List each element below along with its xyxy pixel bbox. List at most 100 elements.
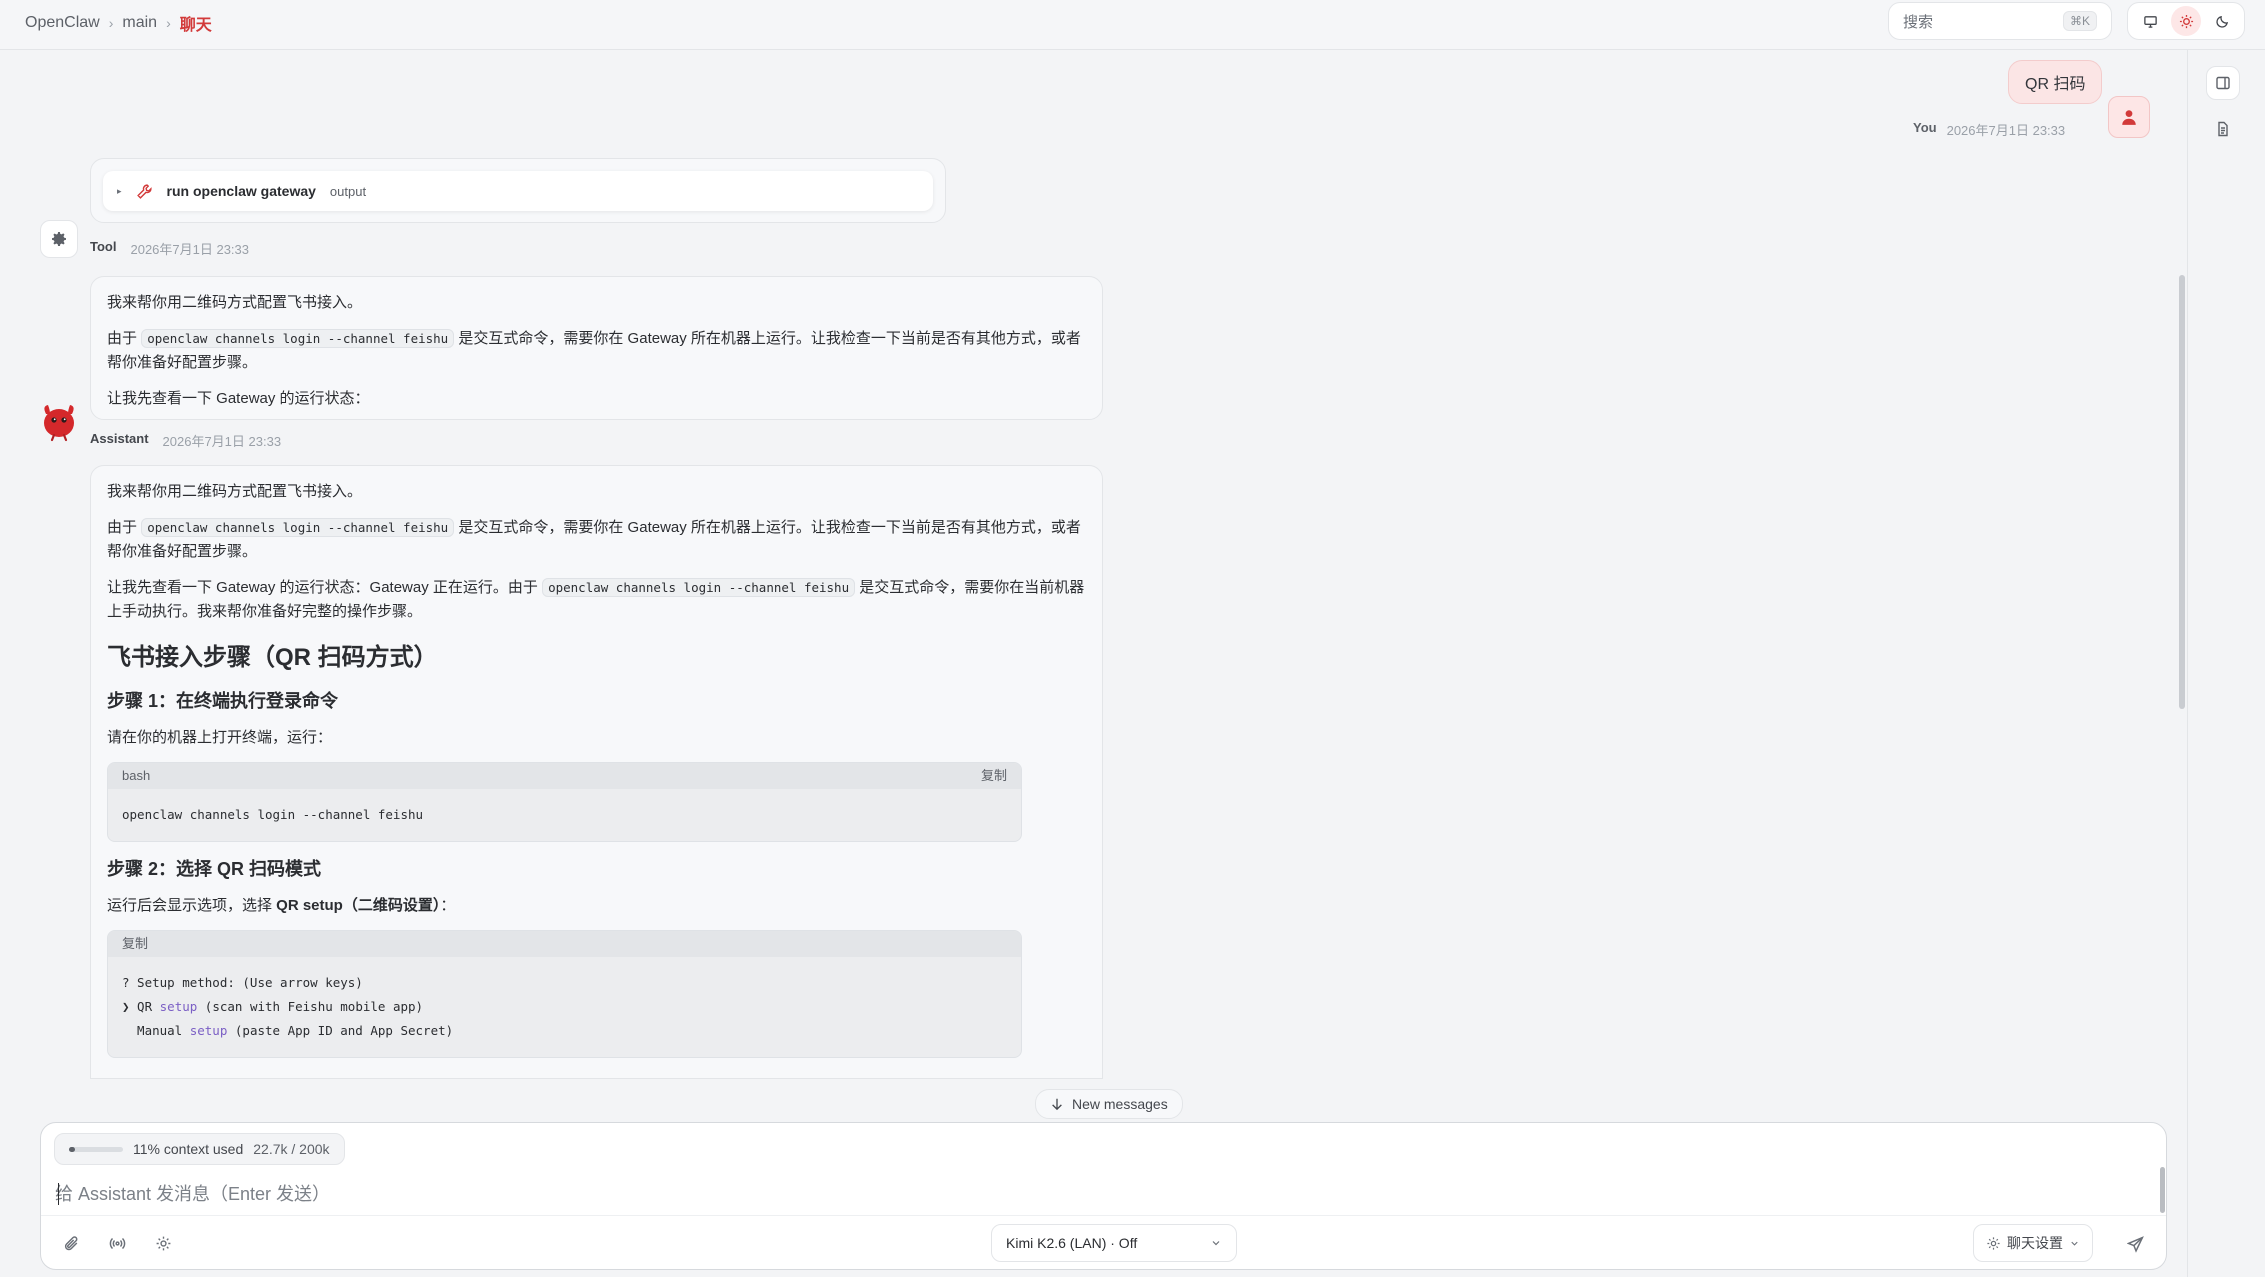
text-span: 运行后会显示选项，选择: [107, 897, 277, 914]
top-bar: OpenClaw › main › 聊天 搜索 ⌘K: [0, 0, 2265, 50]
inline-code: openclaw channels login --channel feishu: [141, 518, 455, 537]
document-icon[interactable]: [2206, 112, 2240, 146]
search-shortcut: ⌘K: [2062, 11, 2097, 31]
composer-divider: [41, 1215, 2166, 1216]
message-paragraph: 请在你的机器上打开终端，运行：: [107, 729, 333, 746]
chat-settings-label: 聊天设置: [2007, 1235, 2063, 1251]
tool-call-card: ▸ run openclaw gateway output: [90, 158, 946, 223]
user-timestamp: 2026年7月1日 23:33: [1946, 123, 2066, 138]
wrench-icon: [136, 183, 152, 199]
code-line: ❯ QR setup (scan with Feishu mobile app): [122, 999, 424, 1014]
breadcrumb: OpenClaw › main › 聊天: [25, 11, 212, 35]
context-progress-bar: [69, 1146, 123, 1152]
new-messages-button[interactable]: New messages: [1035, 1089, 1183, 1119]
model-name: Kimi K2.6 (LAN) · Off: [1006, 1235, 1138, 1251]
text-span: 让我先查看一下 Gateway 的运行状态：Gateway 正在运行。由于: [107, 579, 538, 596]
text-cursor: [58, 1183, 59, 1205]
tool-timestamp: 2026年7月1日 23:33: [130, 242, 250, 257]
breadcrumb-current: 聊天: [179, 17, 212, 34]
tool-output-label: output: [329, 183, 367, 199]
step-heading: 步骤 1：在终端执行登录命令: [107, 691, 339, 711]
arrow-down-icon: [1052, 1098, 1062, 1111]
tool-author: Tool: [90, 239, 117, 254]
breadcrumb-root[interactable]: OpenClaw: [25, 14, 100, 32]
broadcast-icon[interactable]: [105, 1231, 129, 1255]
theme-switcher: [2127, 2, 2245, 40]
copy-button[interactable]: 复制: [981, 764, 1007, 788]
chevron-down-icon: [1212, 1241, 1220, 1246]
sidebar-toggle-icon[interactable]: [2206, 66, 2240, 100]
gear-icon: [1987, 1236, 2000, 1250]
user-icon: [2122, 110, 2136, 125]
chat-settings-button[interactable]: 聊天设置: [1973, 1224, 2093, 1262]
model-selector[interactable]: Kimi K2.6 (LAN) · Off: [991, 1224, 1237, 1262]
new-messages-label: New messages: [1072, 1096, 1168, 1112]
assistant-avatar: [38, 400, 80, 442]
expand-caret-icon[interactable]: ▸: [117, 186, 122, 197]
assistant-author: Assistant: [90, 431, 149, 446]
assistant-message-bubble: 我来帮你用二维码方式配置飞书接入。 由于 openclaw channels l…: [90, 465, 1103, 1079]
text-span: ：: [440, 897, 456, 914]
code-language: bash: [122, 768, 151, 783]
message-paragraph: 让我先查看一下 Gateway 的运行状态：Gateway 正在运行。由于 op…: [107, 576, 1086, 624]
code-block-header: 复制: [108, 931, 1021, 957]
search-input[interactable]: 搜索 ⌘K: [1888, 2, 2112, 40]
search-placeholder: 搜索: [1903, 13, 1934, 31]
message-paragraph: 由于 openclaw channels login --channel fei…: [107, 516, 1086, 564]
breadcrumb-branch[interactable]: main: [122, 14, 157, 32]
message-paragraph: 让我先查看一下 Gateway 的运行状态：: [107, 390, 370, 407]
tool-message-meta: Tool 2026年7月1日 23:33: [90, 239, 249, 258]
message-input[interactable]: [55, 1177, 2135, 1211]
inline-code: openclaw channels login --channel feishu: [542, 578, 856, 597]
section-heading: 飞书接入步骤（QR 扫码方式）: [107, 644, 438, 671]
context-progress-fill: [69, 1146, 75, 1152]
monitor-icon[interactable]: [2135, 6, 2165, 36]
chat-scrollbar[interactable]: [2179, 275, 2185, 709]
gear-icon: [52, 232, 66, 246]
composer-scrollbar[interactable]: [2160, 1167, 2165, 1213]
assistant-timestamp: 2026年7月1日 23:33: [162, 434, 282, 449]
code-block: 复制 ? Setup method: (Use arrow keys) ❯ QR…: [107, 930, 1022, 1058]
copy-button[interactable]: 复制: [122, 932, 148, 956]
tool-avatar: [40, 220, 78, 258]
tool-call-row[interactable]: ▸ run openclaw gateway output: [103, 171, 933, 211]
moon-icon[interactable]: [2207, 6, 2237, 36]
composer-tools: [59, 1231, 175, 1255]
code-line: Manual setup (paste App ID and App Secre…: [122, 1023, 454, 1038]
right-rail: [2187, 50, 2265, 1277]
tool-name: run openclaw gateway: [166, 183, 316, 199]
code-line: ? Setup method: (Use arrow keys): [122, 975, 363, 990]
sun-icon[interactable]: [2171, 6, 2201, 36]
chevron-down-icon: [2071, 1241, 2078, 1246]
breadcrumb-separator: ›: [166, 15, 171, 31]
message-paragraph: 由于 openclaw channels login --channel fei…: [107, 327, 1086, 375]
message-paragraph: 我来帮你用二维码方式配置飞书接入。: [107, 483, 363, 500]
user-message-meta: You 2026年7月1日 23:33: [1913, 120, 2065, 139]
breadcrumb-separator: ›: [108, 15, 114, 31]
assistant-message-bubble: 我来帮你用二维码方式配置飞书接入。 由于 openclaw channels l…: [90, 276, 1103, 420]
paperclip-icon[interactable]: [59, 1231, 83, 1255]
lobster-mascot-icon: [44, 405, 74, 442]
code-content: openclaw channels login --channel feishu: [122, 807, 424, 822]
text-span: 由于: [107, 330, 138, 347]
context-usage-badge: 11% context used 22.7k / 200k: [54, 1133, 345, 1165]
user-avatar: [2108, 96, 2150, 138]
code-block-header: bash 复制: [108, 763, 1021, 789]
inline-code: openclaw channels login --channel feishu: [141, 329, 455, 348]
send-icon[interactable]: [2120, 1229, 2150, 1259]
token-count: 22.7k / 200k: [253, 1141, 330, 1157]
bold-text: QR setup（二维码设置）: [276, 897, 441, 914]
code-content: ? Setup method: (Use arrow keys) ❯ QR se…: [108, 957, 1021, 1057]
message-paragraph: 我来帮你用二维码方式配置飞书接入。: [107, 294, 363, 311]
step-heading: 步骤 2：选择 QR 扫码模式: [107, 859, 322, 879]
composer: 11% context used 22.7k / 200k Kimi K2.6 …: [40, 1122, 2167, 1270]
code-block: bash 复制 openclaw channels login --channe…: [107, 762, 1022, 842]
assistant-message-meta: Assistant 2026年7月1日 23:33: [90, 431, 281, 450]
context-label: 11% context used: [133, 1141, 244, 1157]
text-span: 由于: [107, 519, 138, 536]
settings-gear-icon[interactable]: [151, 1231, 175, 1255]
user-message-bubble: QR 扫码: [2008, 60, 2103, 104]
user-message-text: QR 扫码: [2025, 76, 2086, 93]
user-author: You: [1913, 120, 1937, 135]
message-paragraph: 运行后会显示选项，选择 QR setup（二维码设置）：: [107, 894, 1086, 918]
